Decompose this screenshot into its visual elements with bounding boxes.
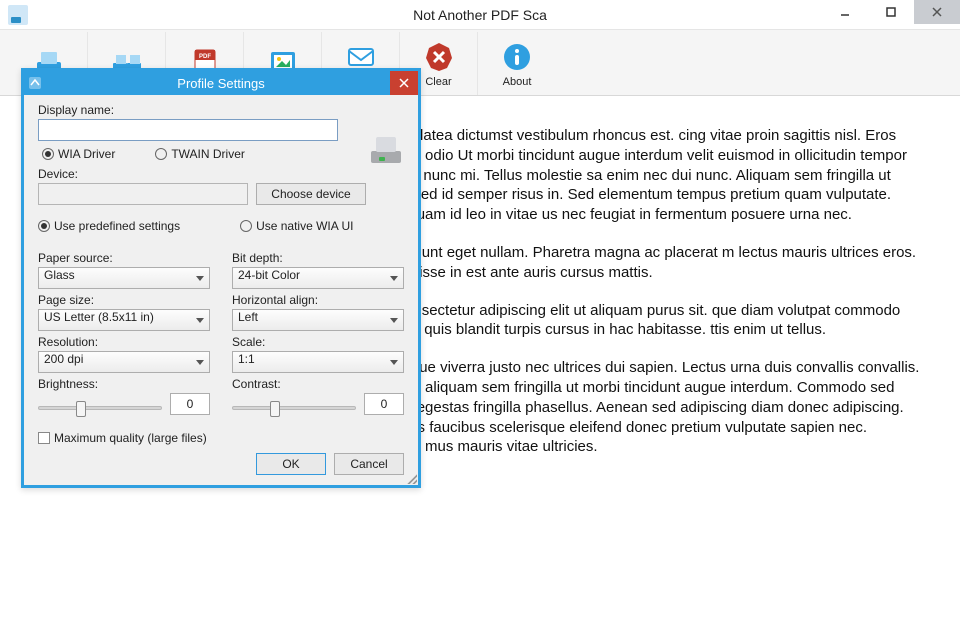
- contrast-value[interactable]: 0: [364, 393, 404, 415]
- resolution-label: Resolution:: [38, 335, 210, 349]
- checkbox-label: Maximum quality (large files): [54, 431, 207, 445]
- choose-device-button[interactable]: Choose device: [256, 183, 366, 205]
- radio-label: Use predefined settings: [54, 219, 180, 233]
- radio-icon: [38, 220, 50, 232]
- scanner-large-icon: [366, 129, 406, 169]
- brightness-slider[interactable]: [38, 406, 162, 410]
- radio-icon: [155, 148, 167, 160]
- radio-icon: [42, 148, 54, 160]
- info-icon: [500, 40, 534, 74]
- device-label: Device:: [38, 167, 404, 181]
- paper-source-select[interactable]: Glass: [38, 267, 210, 289]
- use-native-radio[interactable]: Use native WIA UI: [240, 219, 353, 233]
- page-size-label: Page size:: [38, 293, 210, 307]
- toolbar-about[interactable]: About: [478, 32, 556, 95]
- ok-button[interactable]: OK: [256, 453, 326, 475]
- device-input: [38, 183, 248, 205]
- toolbar-label: About: [503, 76, 532, 88]
- checkbox-icon: [38, 432, 50, 444]
- cancel-button[interactable]: Cancel: [334, 453, 404, 475]
- select-value: 200 dpi: [44, 352, 83, 366]
- window-title: Not Another PDF Sca: [413, 7, 547, 23]
- page-size-select[interactable]: US Letter (8.5x11 in): [38, 309, 210, 331]
- toolbar-label: Clear: [425, 76, 451, 88]
- use-predefined-radio[interactable]: Use predefined settings: [38, 219, 180, 233]
- clear-icon: [422, 40, 456, 74]
- select-value: Left: [238, 310, 258, 324]
- display-name-label: Display name:: [38, 103, 404, 117]
- doc-paragraph: urna neque viverra justo nec ultrices du…: [360, 358, 920, 457]
- close-button[interactable]: [914, 0, 960, 24]
- radio-label: Use native WIA UI: [256, 219, 353, 233]
- paper-source-label: Paper source:: [38, 251, 210, 265]
- doc-paragraph: amet consectetur adipiscing elit ut aliq…: [360, 301, 920, 341]
- window-titlebar: Not Another PDF Sca: [0, 0, 960, 30]
- resize-grip[interactable]: [405, 472, 417, 484]
- select-value: 1:1: [238, 352, 255, 366]
- brightness-label: Brightness:: [38, 377, 210, 391]
- brightness-value[interactable]: 0: [170, 393, 210, 415]
- radio-label: TWAIN Driver: [171, 147, 245, 161]
- display-name-input[interactable]: [38, 119, 338, 141]
- contrast-label: Contrast:: [232, 377, 404, 391]
- maximize-button[interactable]: [868, 0, 914, 24]
- bit-depth-select[interactable]: 24-bit Color: [232, 267, 404, 289]
- dialog-titlebar[interactable]: Profile Settings: [24, 71, 418, 95]
- halign-label: Horizontal align:: [232, 293, 404, 307]
- minimize-button[interactable]: [822, 0, 868, 24]
- wia-driver-radio[interactable]: WIA Driver: [42, 147, 115, 161]
- profile-settings-dialog: Profile Settings Display name: WIA Drive…: [21, 68, 421, 488]
- halign-select[interactable]: Left: [232, 309, 404, 331]
- dialog-close-button[interactable]: [390, 71, 418, 95]
- radio-icon: [240, 220, 252, 232]
- scale-select[interactable]: 1:1: [232, 351, 404, 373]
- radio-label: WIA Driver: [58, 147, 115, 161]
- select-value: 24-bit Color: [238, 268, 300, 282]
- dialog-title: Profile Settings: [177, 76, 264, 91]
- max-quality-checkbox[interactable]: Maximum quality (large files): [38, 431, 404, 445]
- doc-paragraph: bitasse platea dictumst vestibulum rhonc…: [360, 126, 920, 225]
- bit-depth-label: Bit depth:: [232, 251, 404, 265]
- resolution-select[interactable]: 200 dpi: [38, 351, 210, 373]
- dialog-body: Display name: WIA Driver TWAIN Driver De…: [24, 95, 418, 485]
- window-controls: [822, 0, 960, 29]
- contrast-slider[interactable]: [232, 406, 356, 410]
- select-value: Glass: [44, 268, 75, 282]
- select-value: US Letter (8.5x11 in): [44, 310, 154, 324]
- doc-paragraph: nisl tincidunt eget nullam. Pharetra mag…: [360, 243, 920, 283]
- dialog-icon: [28, 76, 42, 90]
- app-icon: [8, 5, 28, 25]
- twain-driver-radio[interactable]: TWAIN Driver: [155, 147, 245, 161]
- scale-label: Scale:: [232, 335, 404, 349]
- svg-text:PDF: PDF: [199, 54, 211, 60]
